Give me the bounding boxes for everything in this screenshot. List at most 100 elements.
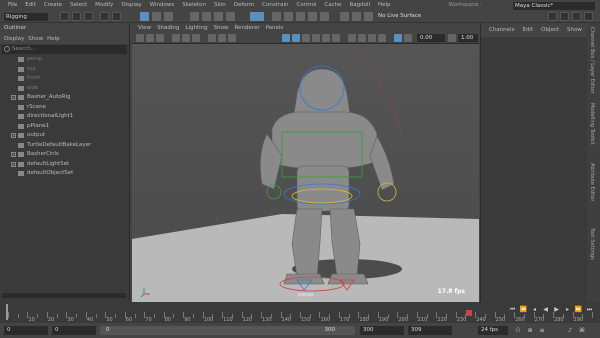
viewport-menu-lighting[interactable]: Lighting	[185, 23, 207, 33]
fps-select[interactable]: 24 fps	[478, 326, 508, 335]
ambient-occlusion-icon[interactable]	[348, 34, 356, 42]
menu-skin[interactable]: Skin	[214, 0, 226, 11]
textured-icon[interactable]	[312, 34, 320, 42]
motion-blur-icon[interactable]	[358, 34, 366, 42]
film-gate-icon[interactable]	[218, 34, 226, 42]
channel-box-menu-channels[interactable]: Channels	[489, 23, 514, 37]
script-editor-icon[interactable]: ⌘	[578, 327, 586, 335]
xray-icon[interactable]	[378, 34, 386, 42]
side-tab[interactable]: Tool Settings	[589, 228, 595, 260]
construction-history-icon[interactable]	[340, 12, 349, 21]
render-icon[interactable]	[352, 12, 361, 21]
outliner-item[interactable]: persp	[0, 55, 129, 65]
menu-create[interactable]: Create	[44, 0, 62, 11]
menu-control[interactable]: Control	[297, 0, 317, 11]
go-to-end-icon[interactable]: ⏭	[585, 306, 594, 314]
attribute-editor-icon[interactable]	[572, 12, 581, 21]
outliner-item[interactable]: defaultObjectSet	[0, 169, 129, 179]
select-surface-icon[interactable]	[226, 12, 235, 21]
outliner-menu-show[interactable]: Show	[28, 34, 43, 44]
undo-icon[interactable]	[100, 12, 109, 21]
wireframe-icon[interactable]	[282, 34, 290, 42]
select-object-icon[interactable]	[152, 12, 161, 21]
character-set-icon[interactable]: ⚇	[514, 327, 522, 335]
outliner-item[interactable]: top	[0, 65, 129, 75]
image-plane-icon[interactable]	[172, 34, 180, 42]
menu-ragdoll[interactable]: Ragdoll	[350, 0, 370, 11]
animation-start-field[interactable]: 0	[4, 326, 48, 335]
menu-edit[interactable]: Edit	[25, 0, 36, 11]
sound-icon[interactable]: ♪	[566, 327, 574, 335]
outliner-item[interactable]: TurtleDefaultBakeLayer	[0, 141, 129, 151]
wireframe-on-shaded-icon[interactable]	[302, 34, 310, 42]
menu-set-select[interactable]: Rigging	[4, 13, 48, 21]
select-component-icon[interactable]	[164, 12, 173, 21]
new-scene-icon[interactable]	[60, 12, 69, 21]
snap-live-icon[interactable]	[320, 12, 329, 21]
go-to-start-icon[interactable]: ⏮	[508, 306, 517, 314]
outliner-hscrollbar[interactable]	[2, 293, 126, 298]
viewport-menu-panels[interactable]: Panels	[266, 23, 284, 33]
outliner-item[interactable]: front	[0, 74, 129, 84]
outliner-item[interactable]: directionalLight1	[0, 112, 129, 122]
xray-joints-icon[interactable]	[394, 34, 402, 42]
3d-scene[interactable]: persp 17.8 fps	[132, 44, 479, 302]
viewport-menu-shading[interactable]: Shading	[157, 23, 179, 33]
expand-icon[interactable]: +	[11, 161, 16, 167]
shadows-icon[interactable]	[332, 34, 340, 42]
camera-attributes-icon[interactable]	[146, 34, 154, 42]
select-joint-icon[interactable]	[202, 12, 211, 21]
outliner-item[interactable]: side	[0, 84, 129, 94]
snap-point-icon[interactable]	[296, 12, 305, 21]
menu-file[interactable]: File	[8, 0, 17, 11]
outliner-item[interactable]: pPlane1	[0, 122, 129, 132]
grease-pencil-icon[interactable]	[192, 34, 200, 42]
play-backward-icon[interactable]: ◀	[541, 306, 550, 314]
outliner-menu-display[interactable]: Display	[4, 34, 24, 44]
modeling-toolkit-icon[interactable]	[560, 12, 569, 21]
select-camera-icon[interactable]	[136, 34, 144, 42]
expand-icon[interactable]: +	[11, 95, 16, 100]
snap-view-icon[interactable]	[308, 12, 317, 21]
show-hide-sidebar-icon[interactable]	[548, 12, 557, 21]
step-back-key-icon[interactable]: ⏪	[519, 306, 528, 314]
snap-grid-icon[interactable]	[272, 12, 281, 21]
side-tab[interactable]: Channel Box / Layer Editor	[589, 27, 595, 94]
outliner-item[interactable]: + Basher_AutoRig	[0, 93, 129, 103]
menu-modify[interactable]: Modify	[95, 0, 113, 11]
timeline-key-icon[interactable]	[464, 308, 474, 318]
outliner-item[interactable]: rScene	[0, 103, 129, 113]
step-forward-key-icon[interactable]: ⏩	[574, 306, 583, 314]
lights-icon[interactable]	[322, 34, 330, 42]
2d-pan-zoom-icon[interactable]	[182, 34, 190, 42]
play-forward-icon[interactable]: ▶	[552, 306, 561, 314]
menu-display[interactable]: Display	[121, 0, 141, 11]
menu-select[interactable]: Select	[70, 0, 87, 11]
menu-cache[interactable]: Cache	[324, 0, 341, 11]
exposure-field[interactable]: 0.00	[417, 34, 445, 42]
open-scene-icon[interactable]	[72, 12, 81, 21]
resolution-gate-icon[interactable]	[228, 34, 236, 42]
channel-box-menu-edit[interactable]: Edit	[522, 23, 533, 37]
channel-box-menu-show[interactable]: Show	[567, 23, 582, 37]
outliner-item[interactable]: + defaultLightSet	[0, 160, 129, 170]
viewport-menu-view[interactable]: View	[138, 23, 151, 33]
grid-icon[interactable]	[208, 34, 216, 42]
outliner-item[interactable]: + output	[0, 131, 129, 141]
menu-deform[interactable]: Deform	[234, 0, 254, 11]
channel-box-icon[interactable]	[584, 12, 593, 21]
isolate-select-icon[interactable]	[368, 34, 376, 42]
lock-selection-icon[interactable]	[250, 12, 264, 21]
expand-icon[interactable]: +	[11, 133, 16, 138]
bookmark-icon[interactable]	[156, 34, 164, 42]
viewport-menu-renderer[interactable]: Renderer	[234, 23, 259, 33]
side-tab[interactable]: Modelling Toolkit	[589, 103, 595, 145]
gamma-icon[interactable]	[448, 34, 456, 42]
playback-end-field[interactable]: 300	[360, 326, 404, 335]
anim-prefs-icon[interactable]: ≡	[538, 327, 546, 335]
menu-windows[interactable]: Windows	[150, 0, 175, 11]
select-hierarchy-icon[interactable]	[140, 12, 149, 21]
auto-key-icon[interactable]: ⊕	[526, 327, 534, 335]
outliner-menu-help[interactable]: Help	[47, 34, 60, 44]
magnet-icon[interactable]	[364, 12, 373, 21]
